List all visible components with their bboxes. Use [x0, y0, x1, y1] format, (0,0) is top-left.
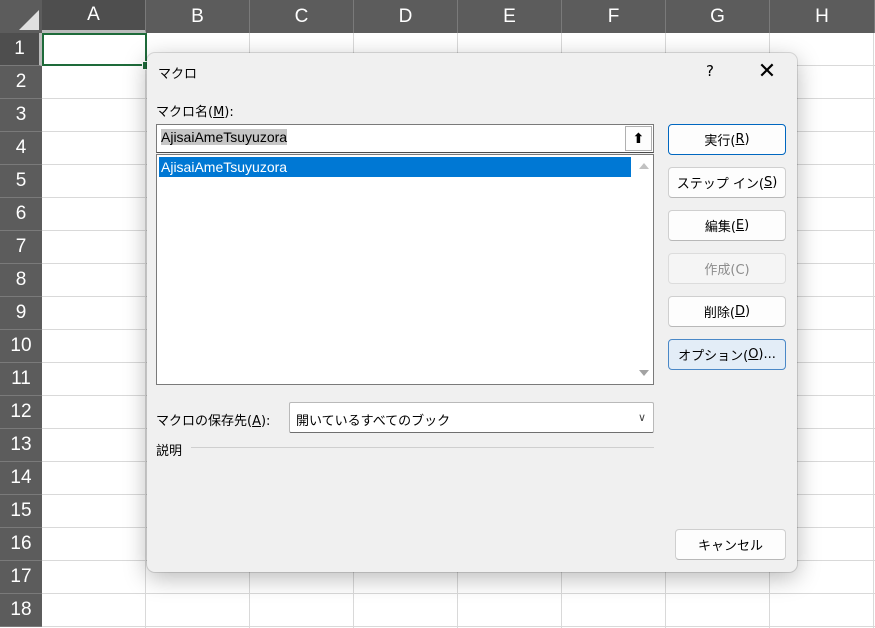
description-divider [191, 447, 654, 448]
row-headers: 1 2 3 4 5 6 7 8 9 10 11 12 13 14 15 16 1… [0, 33, 42, 628]
active-cell-a1[interactable] [42, 33, 147, 66]
row-header-16[interactable]: 16 [0, 528, 42, 561]
run-button-key: R [735, 132, 745, 147]
dialog-title: マクロ [158, 67, 198, 82]
macro-dialog: マクロ ? ✕ マクロ名(M): AjisaiAmeTsuyuzora ⬆ Aj… [147, 53, 797, 572]
select-all-corner[interactable] [0, 0, 42, 33]
edit-button-end: ) [744, 218, 750, 233]
row-header-5[interactable]: 5 [0, 165, 42, 198]
edit-button-text: 編集( [704, 220, 736, 235]
delete-button-end: ) [745, 304, 751, 319]
row-header-11[interactable]: 11 [0, 363, 42, 396]
step-in-button-text: ステップ イン( [676, 177, 764, 192]
row-header-12[interactable]: 12 [0, 396, 42, 429]
delete-button-text: 削除( [703, 306, 735, 321]
column-header-e[interactable]: E [458, 0, 562, 33]
cancel-button-text: キャンセル [697, 539, 763, 554]
scroll-down-arrow-icon[interactable] [639, 370, 649, 376]
delete-button[interactable]: 削除(D) [668, 296, 786, 327]
description-label: 説明 [156, 444, 183, 459]
column-header-c[interactable]: C [250, 0, 354, 33]
options-button[interactable]: オプション(O)... [668, 339, 786, 370]
chevron-down-icon[interactable]: ∨ [631, 403, 653, 432]
row-header-13[interactable]: 13 [0, 429, 42, 462]
macro-list[interactable]: AjisaiAmeTsuyuzora [156, 154, 654, 385]
column-headers: A B C D E F G H [42, 0, 875, 33]
macro-location-label: マクロの保存先(A): [156, 410, 270, 429]
step-in-button[interactable]: ステップ イン(S) [668, 167, 786, 198]
column-header-b[interactable]: B [146, 0, 250, 33]
create-button[interactable]: 作成(C) [668, 253, 786, 284]
row-header-18[interactable]: 18 [0, 594, 42, 627]
row-header-1[interactable]: 1 [0, 33, 42, 66]
row-header-7[interactable]: 7 [0, 231, 42, 264]
column-header-f[interactable]: F [562, 0, 666, 33]
row-header-17[interactable]: 17 [0, 561, 42, 594]
macro-name-label-prefix: マクロ名( [156, 105, 214, 120]
select-all-triangle-icon [19, 10, 39, 30]
row-header-6[interactable]: 6 [0, 198, 42, 231]
row-header-15[interactable]: 15 [0, 495, 42, 528]
options-button-end: )... [758, 347, 776, 362]
close-icon[interactable]: ✕ [751, 53, 783, 89]
macro-location-select[interactable]: 開いているすべてのブック ∨ [289, 402, 654, 433]
delete-button-key: D [734, 304, 745, 319]
macro-location-label-suffix: ): [260, 414, 271, 429]
step-in-button-end: ) [772, 175, 778, 190]
macro-location-label-key: A [252, 414, 261, 429]
edit-button-key: E [735, 218, 745, 233]
options-button-key: O [748, 347, 759, 362]
macro-name-label: マクロ名(M): [156, 101, 234, 120]
run-button-text: 実行( [704, 134, 736, 149]
macro-list-item[interactable]: AjisaiAmeTsuyuzora [159, 157, 631, 177]
run-button[interactable]: 実行(R) [668, 124, 786, 155]
column-header-g[interactable]: G [666, 0, 770, 33]
macro-name-label-key: M [213, 105, 225, 120]
scroll-up-arrow-icon[interactable] [639, 163, 649, 169]
column-header-h[interactable]: H [770, 0, 875, 33]
macro-name-input[interactable]: AjisaiAmeTsuyuzora [156, 124, 654, 153]
macro-list-scrollbar[interactable] [635, 155, 653, 384]
cancel-button[interactable]: キャンセル [675, 529, 786, 560]
row-header-10[interactable]: 10 [0, 330, 42, 363]
create-button-text: 作成(C) [704, 263, 750, 278]
row-header-2[interactable]: 2 [0, 66, 42, 99]
macro-location-label-prefix: マクロの保存先( [156, 414, 253, 429]
macro-location-value: 開いているすべてのブック [296, 414, 451, 429]
column-header-a[interactable]: A [42, 0, 146, 33]
row-header-4[interactable]: 4 [0, 132, 42, 165]
collapse-dialog-arrow-up-icon[interactable]: ⬆ [625, 126, 652, 151]
row-header-14[interactable]: 14 [0, 462, 42, 495]
macro-name-label-suffix: ): [224, 105, 234, 120]
run-button-end: ) [744, 132, 750, 147]
step-in-button-key: S [763, 175, 773, 190]
column-header-d[interactable]: D [354, 0, 458, 33]
row-header-9[interactable]: 9 [0, 297, 42, 330]
edit-button[interactable]: 編集(E) [668, 210, 786, 241]
options-button-text: オプション( [678, 349, 749, 364]
row-header-3[interactable]: 3 [0, 99, 42, 132]
macro-name-value: AjisaiAmeTsuyuzora [161, 129, 288, 145]
row-header-8[interactable]: 8 [0, 264, 42, 297]
help-icon[interactable]: ? [695, 53, 725, 89]
